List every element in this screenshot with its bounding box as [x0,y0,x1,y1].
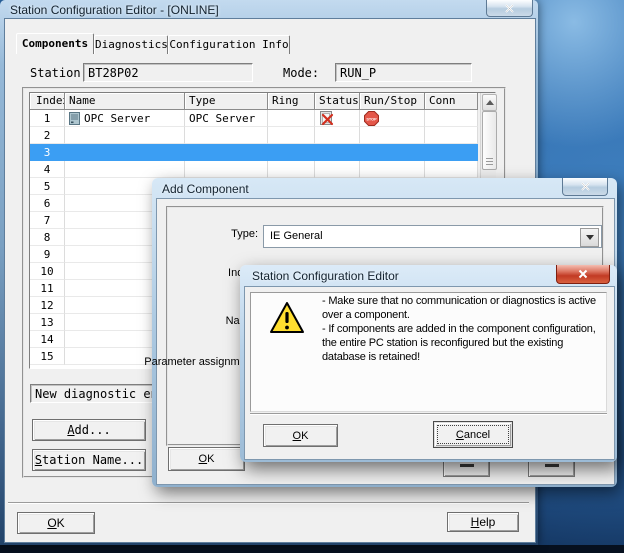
table-cell: STOP [360,110,425,127]
type-label: Type: [231,228,258,240]
desktop: Station Configuration Editor - [ONLINE] … [0,0,624,553]
table-cell [315,127,360,144]
help-button[interactable]: Help [447,512,519,532]
table-cell: 15 [30,348,65,365]
table-cell: 6 [30,195,65,212]
server-icon [69,112,80,125]
table-row[interactable]: 2 [30,127,478,144]
station-name-button[interactable]: Station Name... [32,449,146,471]
column-header-conn[interactable]: Conn [425,93,478,110]
table-cell: 13 [30,314,65,331]
table-cell [315,161,360,178]
close-x-glyph [578,269,588,279]
warning-ok-button[interactable]: OK [263,424,338,447]
warning-dialog: Station Configuration Editor - Make sure… [240,265,617,462]
table-cell: 12 [30,297,65,314]
dialog-ok-button[interactable]: OK [168,447,245,471]
type-combobox[interactable]: IE General [263,225,602,248]
table-cell [185,144,268,161]
ok-button[interactable]: OK [17,512,95,534]
close-icon[interactable] [486,0,533,17]
bottom-separator [8,502,529,504]
svg-text:STOP: STOP [366,117,377,121]
column-header-status[interactable]: Status [315,93,360,110]
chevron-down-icon[interactable] [580,228,599,247]
table-cell [268,110,315,127]
table-cell [360,127,425,144]
close-icon[interactable] [556,265,610,284]
table-cell [268,161,315,178]
table-cell: 8 [30,229,65,246]
table-cell [185,161,268,178]
warning-message: - Make sure that no communication or dia… [322,294,607,364]
table-cell [425,161,478,178]
table-cell [65,161,185,178]
table-cell: 5 [30,178,65,195]
table-cell: 4 [30,161,65,178]
close-x-glyph [505,4,514,13]
help-button-fragment[interactable] [528,462,575,477]
table-cell: OPC Server [185,110,268,127]
table-row[interactable]: 4 [30,161,478,178]
desktop-bottom-strip [0,545,624,553]
table-cell: 11 [30,280,65,297]
table-cell [185,127,268,144]
dialog-title: Add Component [162,182,249,196]
close-icon[interactable] [562,178,608,196]
column-header-runstop[interactable]: Run/Stop [360,93,425,110]
table-row[interactable]: 1OPC ServerOPC ServerSTOP [30,110,478,127]
table-cell: 7 [30,212,65,229]
column-header-ring[interactable]: Ring [268,93,315,110]
type-value: IE General [270,230,323,242]
tab-configuration-info[interactable]: Configuration Info [168,35,290,54]
table-cell [425,144,478,161]
table-cell [425,127,478,144]
tab-components[interactable]: Components [16,33,94,54]
warning-cancel-button[interactable]: Cancel [433,421,513,448]
close-x-glyph [581,182,590,191]
table-cell [65,144,185,161]
table-cell [268,127,315,144]
add-button[interactable]: Add... [32,419,146,441]
table-cell: 3 [30,144,65,161]
table-cell [315,110,360,127]
mode-field[interactable]: RUN_P [335,63,472,82]
table-cell: 10 [30,263,65,280]
disconnected-icon [319,111,334,126]
table-cell [65,127,185,144]
scrollbar-thumb[interactable] [482,111,497,170]
table-cell [360,144,425,161]
table-cell [360,161,425,178]
table-cell: 9 [30,246,65,263]
window-title: Station Configuration Editor - [ONLINE] [10,3,219,17]
station-field[interactable]: BT28P02 [83,63,253,82]
mode-label: Mode: [283,66,319,80]
table-cell [268,144,315,161]
table-cell: 14 [30,331,65,348]
table-cell: 1 [30,110,65,127]
table-header: Index Name Type Ring Status Run/Stop Con… [30,93,478,110]
table-row[interactable]: 3 [30,144,478,161]
station-label: Station: [30,66,88,80]
table-cell: OPC Server [65,110,185,127]
thumb-grip-icon [486,158,493,165]
column-header-name[interactable]: Name [65,93,185,110]
column-header-index[interactable]: Index [30,93,65,110]
warning-triangle-icon [268,300,306,341]
scroll-up-icon[interactable] [482,94,497,111]
dialog-title: Station Configuration Editor [252,269,399,283]
dialog-separator [250,413,607,415]
cancel-button-fragment[interactable] [443,462,490,477]
table-cell [425,110,478,127]
table-cell [315,144,360,161]
table-cell: 2 [30,127,65,144]
column-header-type[interactable]: Type [185,93,268,110]
stop-icon: STOP [364,111,379,126]
tab-diagnostics[interactable]: Diagnostics [94,35,168,54]
